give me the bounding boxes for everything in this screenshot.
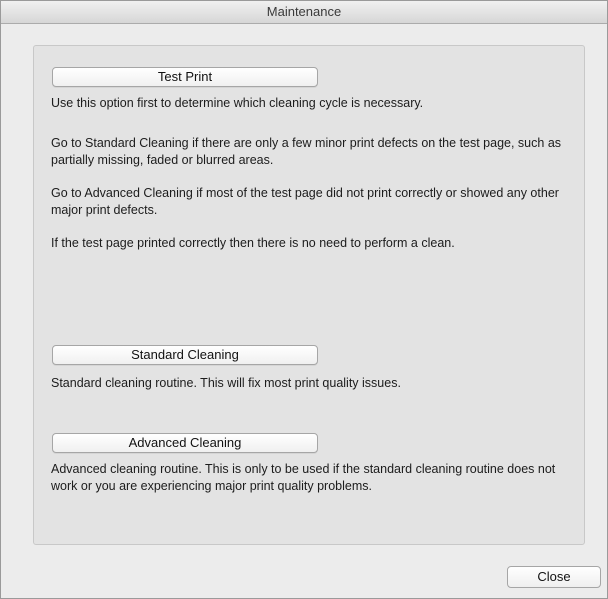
test-print-intro-text: Use this option first to determine which… [51,96,424,110]
standard-cleaning-description: Standard cleaning routine. This will fix… [51,376,401,390]
standard-cleaning-guidance-text: Go to Standard Cleaning if there are onl… [51,136,562,167]
advanced-cleaning-description: Advanced cleaning routine. This is only … [51,462,556,493]
window-title: Maintenance [1,1,607,24]
advanced-cleaning-button[interactable]: Advanced Cleaning [52,433,318,453]
test-print-button[interactable]: Test Print [52,67,318,87]
maintenance-panel: Test Print Use this option first to dete… [33,45,585,545]
maintenance-window: Maintenance Test Print Use this option f… [0,0,608,599]
advanced-cleaning-guidance-text: Go to Advanced Cleaning if most of the t… [51,186,559,217]
close-button[interactable]: Close [507,566,601,588]
standard-cleaning-button[interactable]: Standard Cleaning [52,345,318,365]
no-clean-needed-text: If the test page printed correctly then … [51,236,455,250]
